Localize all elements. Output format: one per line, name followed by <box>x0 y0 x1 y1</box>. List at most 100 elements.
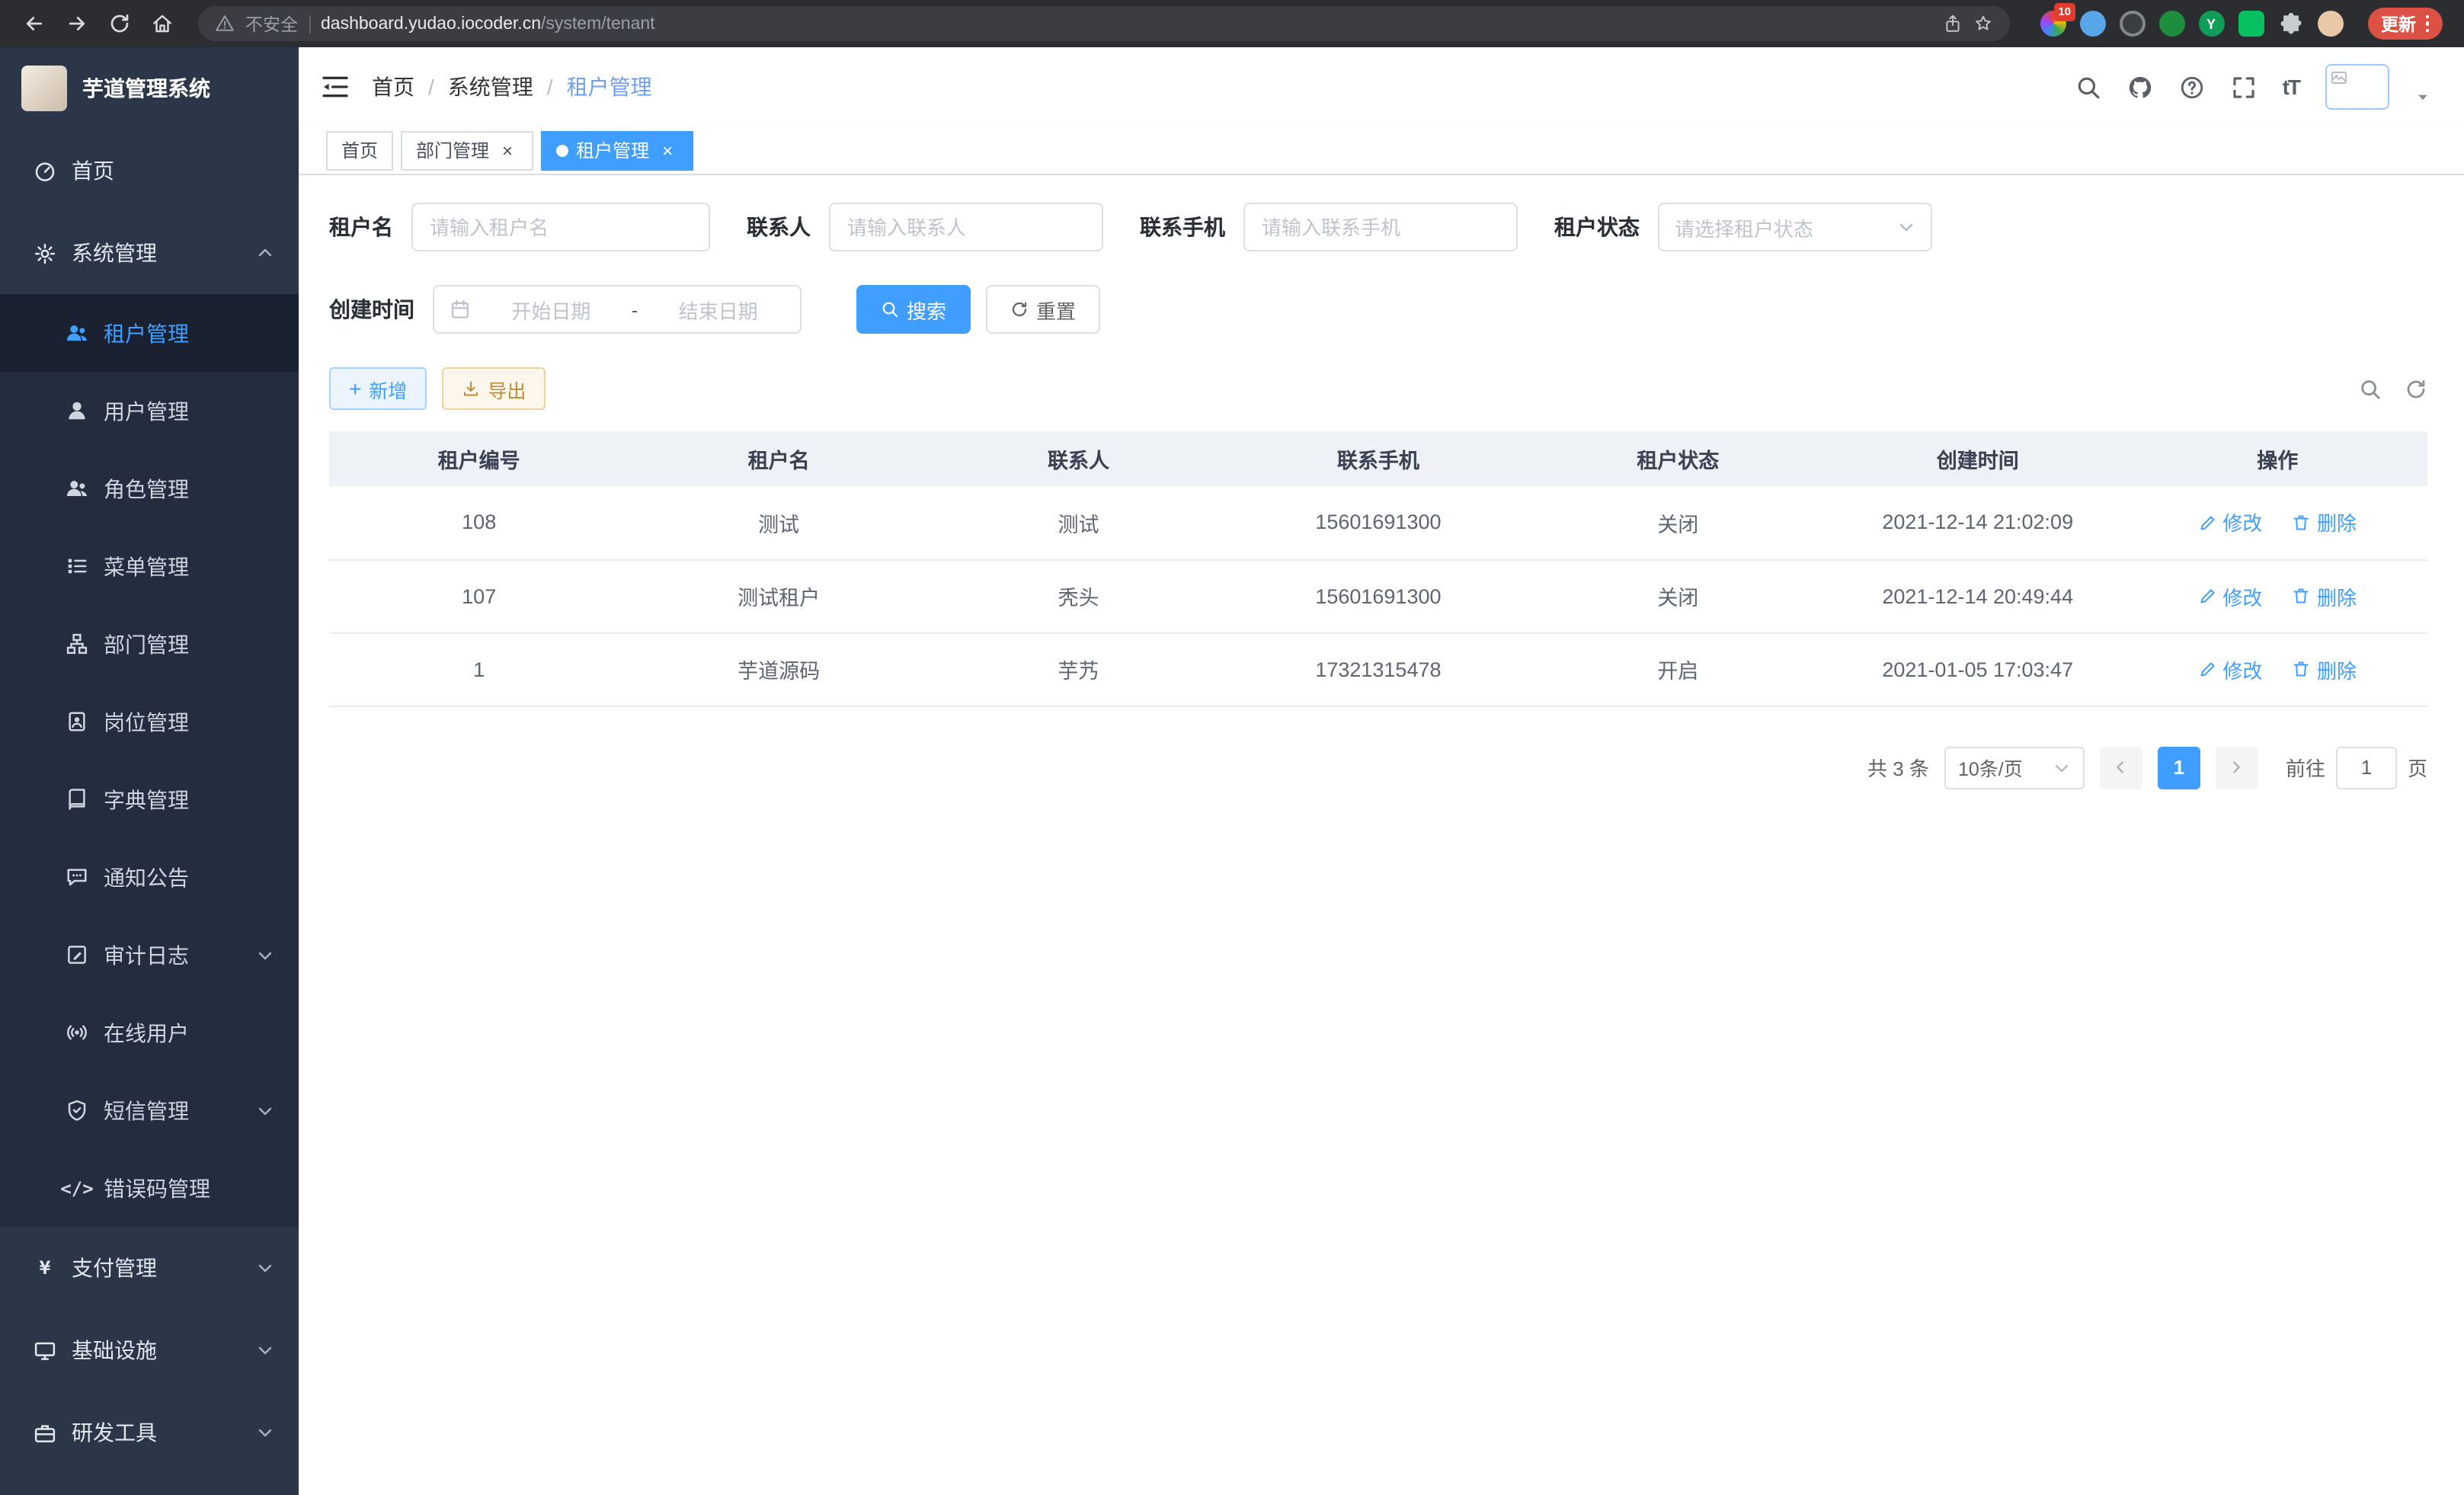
url-bar[interactable]: 不安全 dashboard.yudao.iocoder.cn/system/te… <box>198 6 2009 41</box>
tenant-name-input[interactable] <box>411 203 710 251</box>
sidebar-item-infra[interactable]: 基础设施 <box>0 1309 299 1391</box>
chevron-down-icon <box>1897 218 1915 236</box>
search-button[interactable]: 搜索 <box>856 285 971 334</box>
back-icon[interactable] <box>15 5 52 42</box>
tab-dept[interactable]: 部门管理 × <box>401 130 533 170</box>
goto-input[interactable] <box>2336 746 2397 789</box>
extension-dark-icon[interactable] <box>2119 11 2145 37</box>
sidebar-item-menu[interactable]: 菜单管理 <box>0 527 299 605</box>
tenant-users-icon <box>66 322 88 344</box>
sidebar-item-dict[interactable]: 字典管理 <box>0 760 299 838</box>
column-header-actions: 操作 <box>2127 431 2427 486</box>
page-number-1[interactable]: 1 <box>2158 746 2200 789</box>
extension-chat-icon[interactable] <box>2238 11 2264 37</box>
extension-rainbow-icon[interactable]: 10 <box>2040 11 2066 37</box>
next-page-button[interactable] <box>2216 746 2258 789</box>
refresh-table-icon[interactable] <box>2405 377 2427 400</box>
filter-tenant-name: 租户名 <box>329 203 710 251</box>
sidebar-item-post[interactable]: 岗位管理 <box>0 683 299 760</box>
caret-down-icon[interactable] <box>2415 90 2430 105</box>
tenant-table: 租户编号 租户名 联系人 联系手机 租户状态 创建时间 操作 108 测试 <box>329 431 2427 706</box>
edit-link[interactable]: 修改 <box>2198 655 2262 683</box>
cell-mobile: 15601691300 <box>1228 486 1528 559</box>
sidebar-item-role[interactable]: 角色管理 <box>0 450 299 527</box>
tab-tenant[interactable]: 租户管理 × <box>541 130 693 170</box>
sidebar-item-sms[interactable]: 短信管理 <box>0 1071 299 1149</box>
edit-link[interactable]: 修改 <box>2198 581 2262 610</box>
font-size-icon[interactable]: tT <box>2283 75 2299 99</box>
forward-icon[interactable] <box>58 5 94 42</box>
contact-input[interactable] <box>829 203 1103 251</box>
sidebar-item-dev-tool[interactable]: 研发工具 <box>0 1391 299 1474</box>
date-range-picker[interactable]: 开始日期 - 结束日期 <box>433 285 802 334</box>
column-header-name: 租户名 <box>629 431 928 486</box>
date-end-placeholder[interactable]: 结束日期 <box>651 295 785 324</box>
tab-close-icon[interactable]: × <box>657 139 678 161</box>
add-button[interactable]: + 新增 <box>329 367 427 410</box>
sidebar-item-tenant[interactable]: 租户管理 <box>0 294 299 372</box>
sidebar-item-audit-log[interactable]: 审计日志 <box>0 916 299 994</box>
help-icon[interactable] <box>2179 74 2205 100</box>
search-icon[interactable] <box>2075 74 2101 100</box>
sidebar-item-system[interactable]: 系统管理 <box>0 212 299 294</box>
browser-menu-icon[interactable] <box>2425 15 2429 33</box>
cell-actions: 修改 删除 <box>2127 486 2427 559</box>
breadcrumb-item-system[interactable]: 系统管理 <box>448 72 533 102</box>
sidebar-item-dept[interactable]: 部门管理 <box>0 605 299 683</box>
column-header-created: 创建时间 <box>1828 431 2127 486</box>
sidebar-toggle-icon[interactable] <box>320 72 350 102</box>
cell-created: 2021-01-05 17:03:47 <box>1828 632 2127 706</box>
bookmark-star-icon[interactable] <box>1973 14 1992 34</box>
reset-button[interactable]: 重置 <box>986 285 1100 334</box>
extension-y-icon[interactable]: Y <box>2198 11 2224 37</box>
chevron-down-icon <box>2053 758 2071 776</box>
status-select[interactable]: 请选择租户状态 <box>1658 203 1932 251</box>
sidebar-item-home[interactable]: 首页 <box>0 130 299 212</box>
delete-link[interactable]: 删除 <box>2293 508 2357 537</box>
toggle-search-icon[interactable] <box>2359 377 2382 400</box>
page-size-select[interactable]: 10条/页 <box>1944 746 2085 789</box>
sidebar-item-pay[interactable]: ¥ 支付管理 <box>0 1227 299 1309</box>
mobile-input[interactable] <box>1243 203 1518 251</box>
plus-icon: + <box>349 378 361 399</box>
reload-icon[interactable] <box>101 5 137 42</box>
not-secure-warning-icon <box>215 14 235 34</box>
prev-page-button[interactable] <box>2100 746 2142 789</box>
app-logo[interactable]: 芋道管理系统 <box>0 47 299 130</box>
profile-avatar-icon[interactable] <box>2317 11 2343 37</box>
book-icon <box>66 788 88 811</box>
github-icon[interactable] <box>2127 74 2153 100</box>
sidebar-item-user[interactable]: 用户管理 <box>0 372 299 450</box>
delete-link[interactable]: 删除 <box>2293 581 2357 610</box>
filter-row-1: 租户名 联系人 联系手机 租户状态 请选择租户状态 <box>329 203 2427 251</box>
extension-blue-icon[interactable] <box>2079 11 2105 37</box>
extensions-puzzle-icon[interactable] <box>2277 11 2303 37</box>
edit-link[interactable]: 修改 <box>2198 508 2262 537</box>
extension-green-icon[interactable] <box>2158 11 2184 37</box>
table-row: 108 测试 测试 15601691300 关闭 2021-12-14 21:0… <box>329 486 2427 559</box>
user-avatar[interactable] <box>2325 64 2389 110</box>
share-icon[interactable] <box>1942 14 1962 34</box>
export-button[interactable]: 导出 <box>442 367 546 410</box>
security-label[interactable]: 不安全 <box>245 11 298 36</box>
sidebar: 芋道管理系统 首页 系统管理 租户管理 <box>0 47 299 1495</box>
topbar: 首页 / 系统管理 / 租户管理 tT <box>299 47 2464 126</box>
goto-label: 前往 <box>2286 753 2325 782</box>
browser-home-icon[interactable] <box>143 5 180 42</box>
tab-close-icon[interactable]: × <box>497 139 518 161</box>
date-range-separator: - <box>632 298 638 321</box>
sidebar-item-error-code[interactable]: </> 错误码管理 <box>0 1149 299 1227</box>
sidebar-item-online-user[interactable]: 在线用户 <box>0 994 299 1071</box>
breadcrumb-item-home[interactable]: 首页 <box>372 72 414 102</box>
mobile-label: 联系手机 <box>1140 212 1225 242</box>
tab-home[interactable]: 首页 <box>326 130 393 170</box>
yen-icon: ¥ <box>34 1257 56 1279</box>
sidebar-item-notice[interactable]: 通知公告 <box>0 838 299 916</box>
fullscreen-icon[interactable] <box>2231 74 2257 100</box>
cell-created: 2021-12-14 20:49:44 <box>1828 559 2127 632</box>
cell-actions: 修改 删除 <box>2127 632 2427 706</box>
delete-link[interactable]: 删除 <box>2293 655 2357 683</box>
date-start-placeholder[interactable]: 开始日期 <box>485 295 618 324</box>
update-button[interactable]: 更新 <box>2367 8 2443 40</box>
breadcrumb-separator: / <box>547 75 553 99</box>
